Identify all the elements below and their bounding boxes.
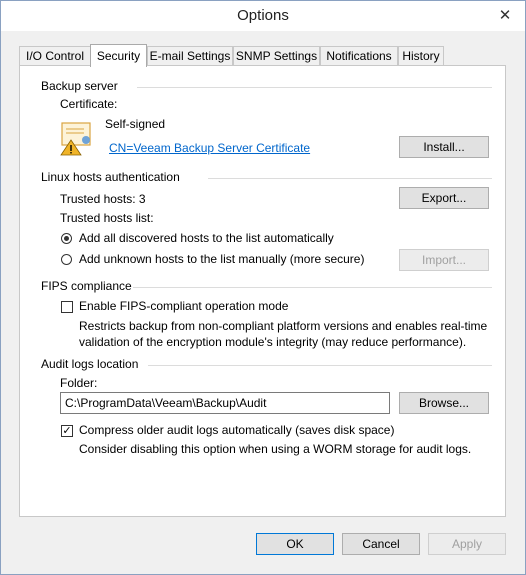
radio-add-manually[interactable] <box>61 254 72 265</box>
install-button[interactable]: Install... <box>399 136 489 158</box>
radio-add-automatically-label[interactable]: Add all discovered hosts to the list aut… <box>79 231 334 245</box>
compress-logs-label[interactable]: Compress older audit logs automatically … <box>79 423 394 437</box>
audit-logs-heading: Audit logs location <box>41 357 139 371</box>
linux-hosts-heading: Linux hosts authentication <box>41 170 180 184</box>
tab-io-control[interactable]: I/O Control <box>19 46 91 65</box>
section-divider <box>208 178 492 179</box>
certificate-warning-icon <box>60 120 98 156</box>
radio-add-automatically[interactable] <box>61 233 72 244</box>
ok-button[interactable]: OK <box>256 533 334 555</box>
close-icon[interactable]: ✕ <box>493 5 517 25</box>
certificate-status: Self-signed <box>105 117 166 131</box>
window-title: Options <box>237 7 289 24</box>
cancel-button[interactable]: Cancel <box>342 533 420 555</box>
export-button[interactable]: Export... <box>399 187 489 209</box>
tab-security[interactable]: Security <box>90 44 147 67</box>
compress-logs-description: Consider disabling this option when usin… <box>79 442 472 456</box>
browse-button[interactable]: Browse... <box>399 392 489 414</box>
security-panel: Backup server Certificate: Self-signed C… <box>19 65 506 517</box>
tab-snmp-settings[interactable]: SNMP Settings <box>233 46 320 65</box>
options-dialog: Options ✕ I/O Control Security E-mail Se… <box>0 0 526 575</box>
tab-email-settings[interactable]: E-mail Settings <box>147 46 233 65</box>
fips-checkbox-label[interactable]: Enable FIPS-compliant operation mode <box>79 299 288 313</box>
radio-add-manually-label[interactable]: Add unknown hosts to the list manually (… <box>79 252 364 266</box>
import-button[interactable]: Import... <box>399 249 489 271</box>
backup-server-heading: Backup server <box>41 79 118 93</box>
fips-description-line2: validation of the encryption module's in… <box>79 335 467 349</box>
tab-notifications[interactable]: Notifications <box>320 46 398 65</box>
fips-heading: FIPS compliance <box>41 279 132 293</box>
trusted-hosts-count: Trusted hosts: 3 <box>60 192 146 206</box>
section-divider <box>133 287 492 288</box>
trusted-hosts-list-label: Trusted hosts list: <box>60 211 154 225</box>
apply-button[interactable]: Apply <box>428 533 506 555</box>
fips-description-line1: Restricts backup from non-compliant plat… <box>79 319 488 333</box>
section-divider <box>148 365 492 366</box>
title-bar: Options ✕ <box>1 1 525 31</box>
compress-logs-checkbox[interactable]: ✓ <box>61 425 73 437</box>
certificate-link[interactable]: CN=Veeam Backup Server Certificate <box>109 141 310 155</box>
section-divider <box>137 87 492 88</box>
audit-folder-input[interactable]: C:\ProgramData\Veeam\Backup\Audit <box>60 392 390 414</box>
certificate-label: Certificate: <box>60 97 118 111</box>
folder-label: Folder: <box>60 376 98 390</box>
fips-checkbox[interactable] <box>61 301 73 313</box>
tab-history[interactable]: History <box>398 46 444 65</box>
